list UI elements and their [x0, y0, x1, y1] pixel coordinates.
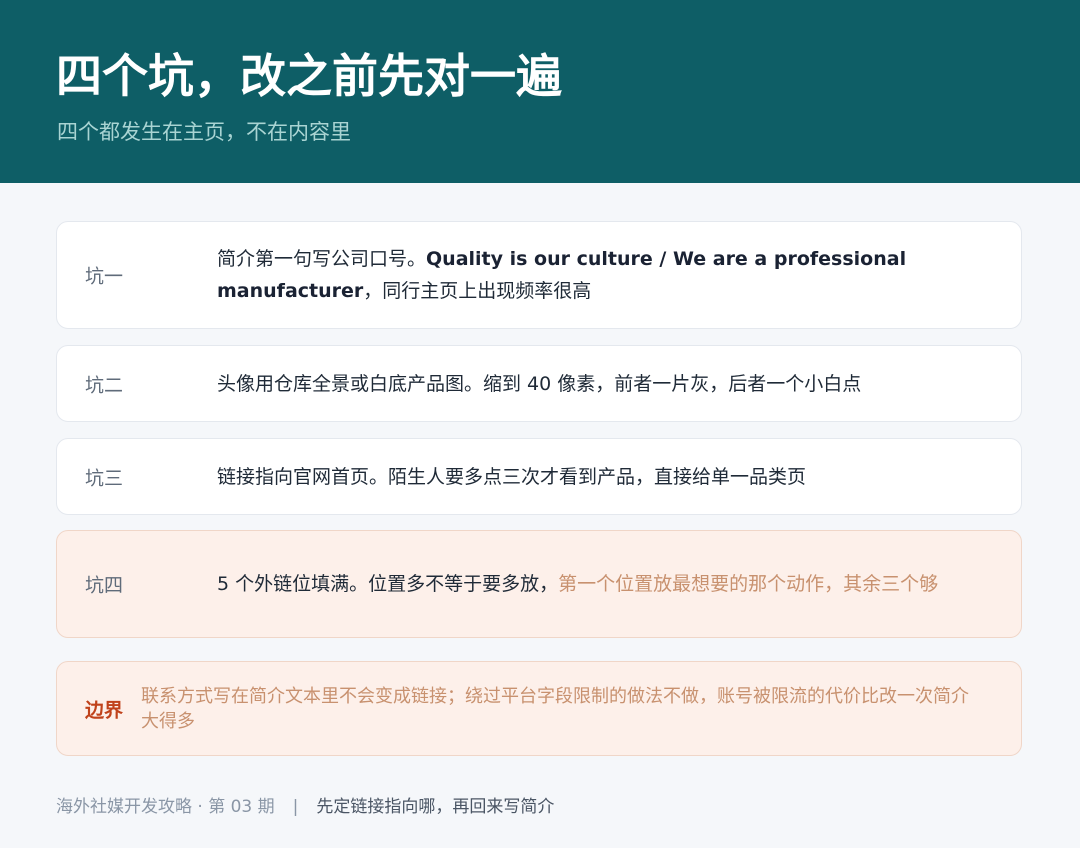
pitfall-card-3: 坑三 链接指向官网首页。陌生人要多点三次才看到产品，直接给单一品类页	[56, 438, 1022, 515]
page-footer: 海外社媒开发攻略 · 第 03 期 | 先定链接指向哪，再回来写简介	[56, 793, 554, 821]
boundary-note: 边界 联系方式写在简介文本里不会变成链接；绕过平台字段限制的做法不做，账号被限流…	[56, 661, 1022, 756]
page-header: 四个坑，改之前先对一遍 四个都发生在主页，不在内容里	[0, 0, 1080, 183]
page-subtitle: 四个都发生在主页，不在内容里	[57, 120, 351, 144]
pitfall-text-lead: 简介第一句写公司口号。	[217, 248, 427, 270]
footer-brand: 海外社媒开发攻略 · 第 03 期	[56, 797, 275, 817]
pitfall-text-highlight: 第一个位置放最想要的那个动作，其余三个够	[558, 573, 939, 595]
pitfall-card-1: 坑一 简介第一句写公司口号。Quality is our culture / W…	[56, 221, 1022, 329]
pitfall-label: 坑四	[85, 574, 124, 597]
pitfall-text-tail: ，同行主页上出现频率很高	[363, 280, 592, 302]
pitfall-text: 链接指向官网首页。陌生人要多点三次才看到产品，直接给单一品类页	[217, 465, 807, 488]
page-title: 四个坑，改之前先对一遍	[56, 49, 562, 103]
footer-separator: |	[292, 797, 299, 817]
pitfall-text: 简介第一句写公司口号。Quality is our culture / We a…	[217, 243, 997, 307]
pitfall-text: 头像用仓库全景或白底产品图。缩到 40 像素，前者一片灰，后者一个小白点	[217, 372, 862, 395]
pitfall-card-2: 坑二 头像用仓库全景或白底产品图。缩到 40 像素，前者一片灰，后者一个小白点	[56, 345, 1022, 422]
footer-note: 先定链接指向哪，再回来写简介	[316, 797, 555, 817]
pitfall-card-4: 坑四 5 个外链位填满。位置多不等于要多放，第一个位置放最想要的那个动作，其余三…	[56, 530, 1022, 638]
boundary-text: 联系方式写在简介文本里不会变成链接；绕过平台字段限制的做法不做，账号被限流的代价…	[141, 685, 969, 732]
pitfall-label: 坑二	[85, 374, 124, 396]
pitfall-label: 坑一	[85, 265, 124, 288]
boundary-label: 边界	[85, 699, 124, 721]
pitfall-text: 5 个外链位填满。位置多不等于要多放，第一个位置放最想要的那个动作，其余三个够	[217, 568, 997, 600]
pitfall-label: 坑三	[85, 467, 124, 489]
pitfall-text-lead: 5 个外链位填满。位置多不等于要多放，	[217, 573, 559, 595]
